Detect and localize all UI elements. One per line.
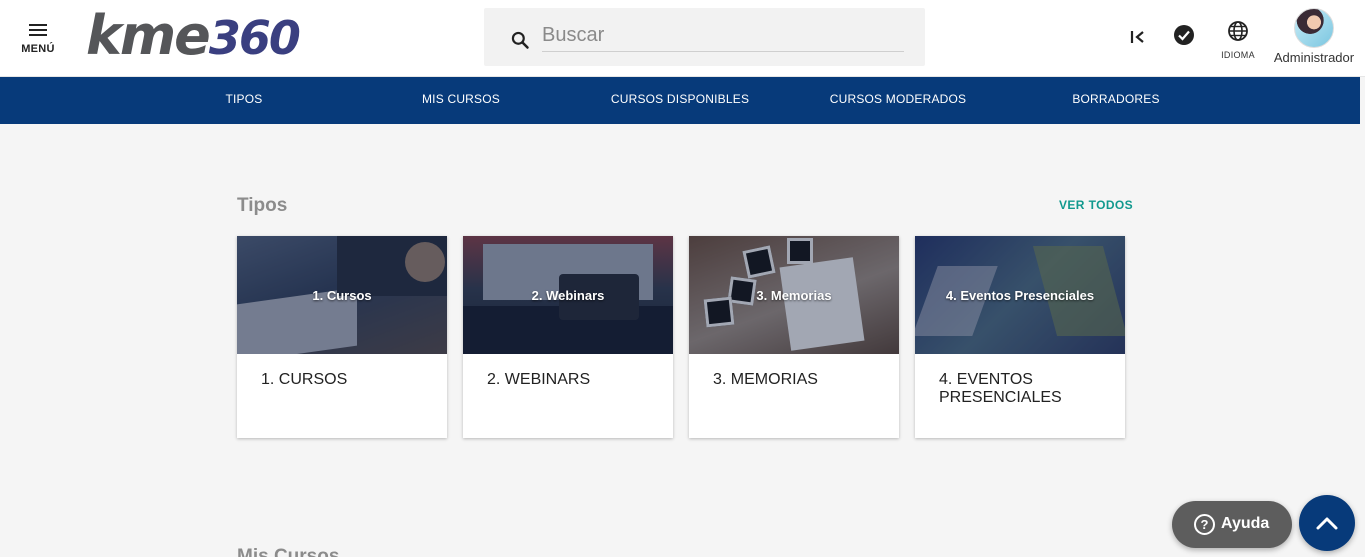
type-card-cursos[interactable]: 1. Cursos 1. CURSOS (237, 236, 447, 438)
kme360-logo[interactable]: kme360 (86, 4, 301, 67)
type-card-webinars[interactable]: 2. Webinars 2. WEBINARS (463, 236, 673, 438)
user-name: Administrador (1273, 50, 1355, 65)
section-title: Tipos (237, 195, 288, 216)
type-card-memorias[interactable]: 3. Memorias 3. MEMORIAS (689, 236, 899, 438)
card-image-title: 2. Webinars (531, 287, 605, 303)
collapse-left-icon[interactable] (1128, 27, 1148, 47)
help-label: Ayuda (1221, 515, 1270, 532)
card-image-title: 3. Memorias (756, 287, 832, 303)
nav-mis-cursos[interactable]: MIS CURSOS (401, 77, 521, 124)
scroll-to-top-button[interactable] (1299, 495, 1355, 551)
help-icon: ? (1194, 514, 1215, 535)
card-thumbnail: 3. Memorias (689, 236, 899, 354)
next-section-title: Mis Cursos (237, 548, 339, 557)
main-nav: TIPOS MIS CURSOS CURSOS DISPONIBLES CURS… (0, 77, 1365, 124)
language-label: IDIOMA (1221, 50, 1255, 60)
see-all-link[interactable]: VER TODOS (1059, 198, 1133, 212)
menu-button[interactable]: MENÚ (16, 20, 60, 60)
help-button[interactable]: ? Ayuda (1172, 501, 1292, 548)
nav-cursos-disponibles[interactable]: CURSOS DISPONIBLES (605, 77, 755, 124)
card-thumbnail: 1. Cursos (237, 236, 447, 354)
card-image-title: 1. Cursos (312, 287, 372, 303)
globe-icon (1228, 21, 1248, 41)
menu-label: MENÚ (21, 43, 55, 55)
search-icon[interactable] (510, 30, 530, 50)
search-input[interactable] (542, 20, 904, 52)
card-label: 4. EVENTOS PRESENCIALES (939, 371, 1062, 406)
card-label: 1. CURSOS (261, 371, 348, 388)
nav-tipos[interactable]: TIPOS (194, 77, 294, 124)
type-card-eventos[interactable]: 4. Eventos Presenciales 4. EVENTOS PRESE… (915, 236, 1125, 438)
logo-text-360: 360 (208, 11, 301, 65)
search-box (484, 8, 925, 66)
user-menu[interactable]: Administrador (1268, 8, 1360, 65)
nav-borradores[interactable]: BORRADORES (1061, 77, 1171, 124)
logo-text-kme: kme (86, 4, 211, 67)
top-header: MENÚ kme360 IDIOMA Administrador (0, 0, 1365, 77)
card-label: 2. WEBINARS (487, 371, 591, 388)
card-image-title: 4. Eventos Presenciales (945, 287, 1095, 303)
card-thumbnail: 4. Eventos Presenciales (915, 236, 1125, 354)
check-circle-icon[interactable] (1173, 24, 1195, 46)
language-selector[interactable]: IDIOMA (1214, 20, 1262, 60)
hamburger-icon (29, 24, 47, 38)
avatar (1294, 8, 1334, 48)
nav-cursos-moderados[interactable]: CURSOS MODERADOS (823, 77, 973, 124)
chevron-up-icon (1316, 517, 1338, 530)
card-thumbnail: 2. Webinars (463, 236, 673, 354)
card-label: 3. MEMORIAS (713, 371, 818, 388)
scrollbar[interactable] (1360, 77, 1365, 557)
